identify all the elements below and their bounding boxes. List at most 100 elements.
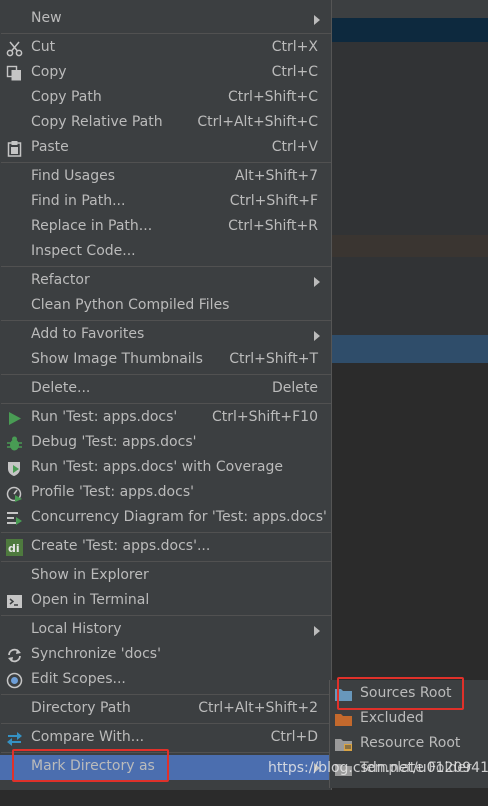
menu-item-label: Open in Terminal (31, 592, 150, 608)
context-menu: New Cut Ctrl+X Copy Ctrl+C Copy Path Ctr… (0, 0, 332, 790)
menu-item-label: Show in Explorer (31, 567, 149, 583)
shortcut-label: Ctrl+Alt+Shift+2 (198, 700, 318, 716)
menu-item-show-image-thumbnails[interactable]: Show Image Thumbnails Ctrl+Shift+T (0, 348, 331, 373)
menu-item-label: Add to Favorites (31, 326, 145, 342)
excluded-folder-icon (335, 714, 352, 726)
separator (1, 403, 331, 404)
watermark-text: https://blog.csdn.net/u0120941 (268, 760, 488, 776)
menu-item-label: Run 'Test: apps.docs' (31, 409, 178, 425)
separator (1, 266, 331, 267)
shortcut-label: Ctrl+Shift+R (228, 218, 318, 234)
separator (1, 694, 331, 695)
shortcut-label: Ctrl+D (270, 729, 318, 745)
menu-item-delete[interactable]: Delete... Delete (0, 377, 331, 402)
menu-item-label: Edit Scopes... (31, 671, 126, 687)
separator (1, 33, 331, 34)
menu-item-label: Delete... (31, 380, 91, 396)
menu-item-paste[interactable]: Paste Ctrl+V (0, 136, 331, 161)
submenu-item-resource-root[interactable]: Resource Root (330, 732, 488, 757)
menu-item-new[interactable]: New (0, 7, 331, 32)
menu-item-replace-in-path[interactable]: Replace in Path... Ctrl+Shift+R (0, 215, 331, 240)
submenu-arrow-icon (314, 626, 320, 636)
shortcut-label: Ctrl+C (271, 64, 318, 80)
menu-item-find-usages[interactable]: Find Usages Alt+Shift+7 (0, 165, 331, 190)
profile-icon (6, 486, 22, 502)
menu-item-open-in-terminal[interactable]: Open in Terminal (0, 589, 331, 614)
shortcut-label: Ctrl+V (271, 139, 318, 155)
shortcut-label: Ctrl+X (271, 39, 318, 55)
submenu-item-excluded[interactable]: Excluded (330, 707, 488, 732)
menu-item-debug-test[interactable]: Debug 'Test: apps.docs' (0, 431, 331, 456)
submenu-item-label: Resource Root (360, 735, 461, 751)
menu-item-label: Directory Path (31, 700, 131, 716)
menu-item-show-in-explorer[interactable]: Show in Explorer (0, 564, 331, 589)
run-icon (9, 412, 21, 425)
sync-icon (8, 648, 21, 663)
menu-item-copy-path[interactable]: Copy Path Ctrl+Shift+C (0, 86, 331, 111)
menu-item-label: Run 'Test: apps.docs' with Coverage (31, 459, 283, 475)
separator (1, 561, 331, 562)
menu-item-profile-test[interactable]: Profile 'Test: apps.docs' (0, 481, 331, 506)
separator (1, 615, 331, 616)
shortcut-label: Delete (272, 380, 318, 396)
menu-item-directory-path[interactable]: Directory Path Ctrl+Alt+Shift+2 (0, 697, 331, 722)
menu-item-label: Copy (31, 64, 67, 80)
menu-item-label: Cut (31, 39, 56, 55)
menu-item-edit-scopes[interactable]: Edit Scopes... (0, 668, 331, 693)
resource-root-folder-icon (335, 739, 352, 751)
menu-item-create-test-config[interactable]: di Create 'Test: apps.docs'... (0, 535, 331, 560)
menu-item-run-with-coverage[interactable]: Run 'Test: apps.docs' with Coverage (0, 456, 331, 481)
menu-item-label: Find Usages (31, 168, 116, 184)
menu-item-clean-python-compiled[interactable]: Clean Python Compiled Files (0, 294, 331, 319)
annotation-box-sources-root (337, 677, 464, 710)
menu-item-label: Replace in Path... (31, 218, 153, 234)
submenu-arrow-icon (314, 277, 320, 287)
separator (1, 320, 331, 321)
compare-icon (7, 732, 22, 746)
coverage-icon (8, 462, 20, 476)
menu-item-cut[interactable]: Cut Ctrl+X (0, 36, 331, 61)
menu-item-find-in-path[interactable]: Find in Path... Ctrl+Shift+F (0, 190, 331, 215)
menu-item-synchronize[interactable]: Synchronize 'docs' (0, 643, 331, 668)
shortcut-label: Ctrl+Shift+F10 (211, 409, 318, 425)
submenu-item-label: Excluded (360, 710, 424, 726)
separator (1, 162, 331, 163)
menu-item-copy[interactable]: Copy Ctrl+C (0, 61, 331, 86)
menu-item-label: Copy Relative Path (31, 114, 163, 130)
shortcut-label: Ctrl+Alt+Shift+C (197, 114, 318, 130)
menu-item-label: Show Image Thumbnails (31, 351, 203, 367)
menu-item-label: Clean Python Compiled Files (31, 297, 230, 313)
menu-item-compare-with[interactable]: Compare With... Ctrl+D (0, 726, 331, 751)
shortcut-label: Ctrl+Shift+T (229, 351, 318, 367)
submenu-arrow-icon (314, 15, 320, 25)
shortcut-label: Ctrl+Shift+C (228, 89, 318, 105)
menu-item-cut-off[interactable] (0, 781, 331, 806)
scissors-icon (6, 41, 23, 57)
menu-item-add-to-favorites[interactable]: Add to Favorites (0, 323, 331, 348)
shortcut-label: Alt+Shift+7 (234, 168, 318, 184)
menu-item-run-test[interactable]: Run 'Test: apps.docs' Ctrl+Shift+F10 (0, 406, 331, 431)
menu-item-label: Create 'Test: apps.docs'... (31, 538, 211, 554)
svg-text:di: di (8, 542, 20, 555)
menu-item-label: Inspect Code... (31, 243, 136, 259)
separator (1, 723, 331, 724)
terminal-icon (7, 595, 22, 608)
menu-item-inspect-code[interactable]: Inspect Code... (0, 240, 331, 265)
menu-item-label: Debug 'Test: apps.docs' (31, 434, 197, 450)
concurrency-icon (7, 512, 22, 525)
separator (1, 374, 331, 375)
submenu-arrow-icon (314, 331, 320, 341)
copy-icon (6, 65, 21, 81)
menu-item-label: Synchronize 'docs' (31, 646, 161, 662)
menu-item-label: Find in Path... (31, 193, 126, 209)
annotation-box-mark-directory (12, 749, 169, 782)
menu-item-copy-relative-path[interactable]: Copy Relative Path Ctrl+Alt+Shift+C (0, 111, 331, 136)
scope-icon (6, 672, 23, 689)
menu-item-label: Paste (31, 139, 69, 155)
menu-item-local-history[interactable]: Local History (0, 618, 331, 643)
create-config-icon: di (6, 539, 23, 556)
menu-item-label: New (31, 10, 62, 26)
menu-item-label: Compare With... (31, 729, 145, 745)
menu-item-refactor[interactable]: Refactor (0, 269, 331, 294)
menu-item-concurrency-diagram[interactable]: Concurrency Diagram for 'Test: apps.docs… (0, 506, 331, 531)
